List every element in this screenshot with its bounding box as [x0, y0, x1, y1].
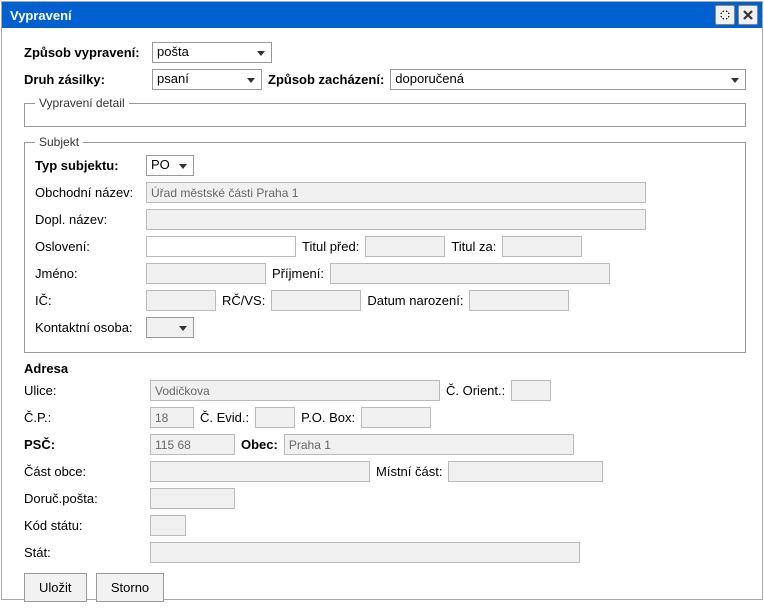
- handling-select[interactable]: doporučená: [390, 69, 746, 90]
- part-label: Část obce:: [24, 464, 144, 479]
- business-name-label: Obchodní název:: [35, 185, 140, 200]
- close-button[interactable]: [738, 5, 758, 25]
- rcvs-label: RČ/VS:: [222, 293, 265, 308]
- dialog-body: Způsob vypravení: pošta Druh zásilky: ps…: [2, 28, 762, 612]
- cancel-button[interactable]: Storno: [96, 573, 164, 602]
- address-section-title: Adresa: [24, 361, 746, 376]
- additional-name-label: Dopl. název:: [35, 212, 140, 227]
- statecode-input[interactable]: [150, 515, 186, 536]
- type-select[interactable]: psaní: [152, 69, 262, 90]
- ic-label: IČ:: [35, 293, 140, 308]
- orient-label: Č. Orient.:: [446, 383, 505, 398]
- ic-input[interactable]: [146, 290, 216, 311]
- cp-input[interactable]: [150, 407, 194, 428]
- psc-label: PSČ:: [24, 437, 144, 452]
- window-title: Vypravení: [10, 8, 712, 23]
- save-button[interactable]: Uložit: [24, 573, 87, 602]
- birth-label: Datum narození:: [367, 293, 463, 308]
- delivpost-input[interactable]: [150, 488, 235, 509]
- evid-input[interactable]: [255, 407, 295, 428]
- part-input[interactable]: [150, 461, 370, 482]
- detail-legend: Vypravení detail: [35, 96, 129, 110]
- title-before-label: Titul před:: [302, 239, 359, 254]
- psc-input[interactable]: [150, 434, 235, 455]
- business-name-input[interactable]: [146, 182, 646, 203]
- lastname-input[interactable]: [330, 263, 610, 284]
- title-before-input[interactable]: [365, 236, 445, 257]
- pobox-input[interactable]: [361, 407, 431, 428]
- subject-type-label: Typ subjektu:: [35, 158, 140, 173]
- expand-icon: [719, 9, 731, 21]
- obec-input[interactable]: [284, 434, 574, 455]
- evid-label: Č. Evid.:: [200, 410, 249, 425]
- salutation-input[interactable]: [146, 236, 296, 257]
- delivpost-label: Doruč.pošta:: [24, 491, 144, 506]
- pobox-label: P.O. Box:: [301, 410, 355, 425]
- state-label: Stát:: [24, 545, 144, 560]
- subject-type-select[interactable]: PO: [146, 155, 194, 176]
- title-after-label: Titul za:: [451, 239, 496, 254]
- street-label: Ulice:: [24, 383, 144, 398]
- expand-button[interactable]: [715, 5, 735, 25]
- subject-fieldset: Subjekt Typ subjektu: PO Obchodní název:…: [24, 135, 746, 353]
- salutation-label: Oslovení:: [35, 239, 140, 254]
- detail-fieldset: Vypravení detail: [24, 96, 746, 127]
- subject-legend: Subjekt: [35, 135, 83, 149]
- state-input[interactable]: [150, 542, 580, 563]
- firstname-label: Jméno:: [35, 266, 140, 281]
- method-select[interactable]: pošta: [152, 42, 272, 63]
- obec-label: Obec:: [241, 437, 278, 452]
- firstname-input[interactable]: [146, 263, 266, 284]
- contact-label: Kontaktní osoba:: [35, 320, 140, 335]
- birth-input[interactable]: [469, 290, 569, 311]
- additional-name-input[interactable]: [146, 209, 646, 230]
- dialog-window: Vypravení Způsob vypravení: pošta Druh z…: [1, 1, 763, 600]
- street-input[interactable]: [150, 380, 440, 401]
- orient-input[interactable]: [511, 380, 551, 401]
- close-icon: [742, 9, 754, 21]
- rcvs-input[interactable]: [271, 290, 361, 311]
- cp-label: Č.P.:: [24, 410, 144, 425]
- titlebar: Vypravení: [2, 2, 762, 28]
- mistni-label: Místní část:: [376, 464, 442, 479]
- mistni-input[interactable]: [448, 461, 603, 482]
- title-after-input[interactable]: [502, 236, 582, 257]
- handling-label: Způsob zacházení:: [268, 72, 384, 87]
- contact-select[interactable]: [146, 317, 194, 338]
- lastname-label: Příjmení:: [272, 266, 324, 281]
- type-label: Druh zásilky:: [24, 72, 152, 87]
- method-label: Způsob vypravení:: [24, 45, 152, 60]
- statecode-label: Kód státu:: [24, 518, 144, 533]
